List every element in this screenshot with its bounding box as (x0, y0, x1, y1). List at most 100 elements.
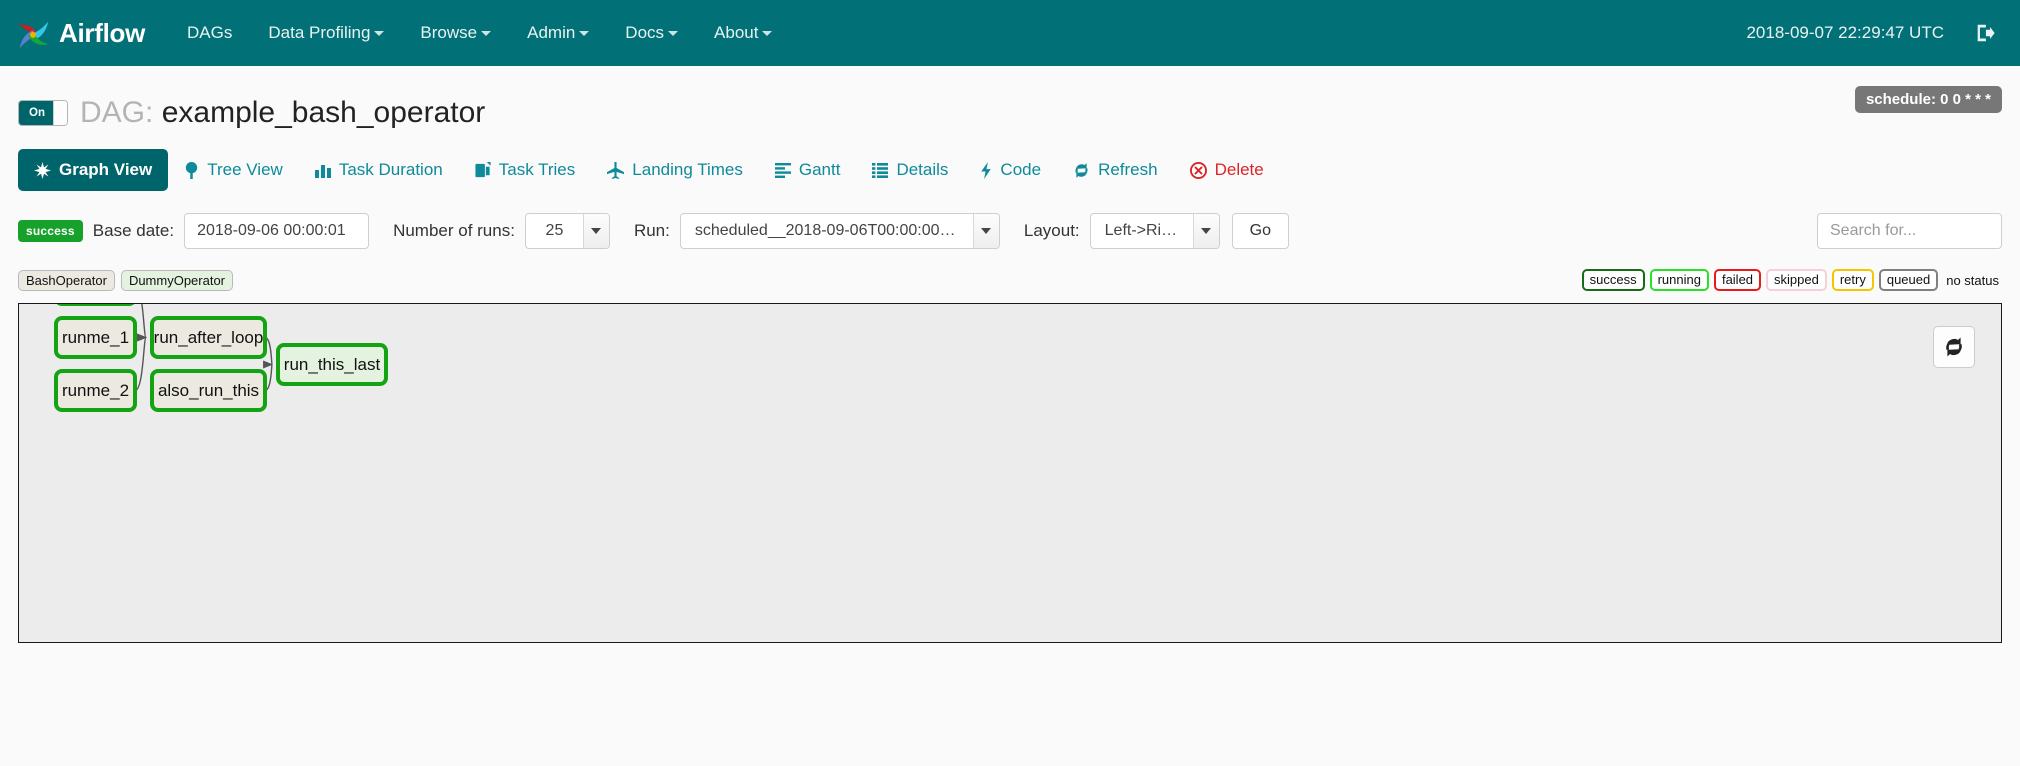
chevron-down-icon (762, 31, 773, 36)
number-of-runs-label: Number of runs: (393, 221, 515, 240)
refresh-icon (1946, 337, 1962, 357)
refresh-icon (1075, 162, 1088, 178)
dag-name: example_bash_operator (161, 96, 486, 129)
toggle-knob (53, 100, 67, 125)
tab-label: Tree View (207, 160, 283, 179)
status-pill-running[interactable]: running (1649, 269, 1709, 291)
run-label: Run: (633, 221, 670, 240)
plane-icon (607, 161, 625, 179)
dag-graph-canvas[interactable]: runme_0runme_1runme_2run_after_loopalso_… (19, 304, 2002, 643)
nav-item-docs[interactable]: Docs (607, 0, 696, 66)
run-select[interactable]: scheduled__2018-09-06T00:00:00+00:00 (679, 213, 1000, 249)
chevron-down-icon (582, 214, 609, 248)
chevron-down-icon (374, 31, 385, 36)
tab-label: Code (1000, 160, 1042, 179)
operator-legend: BashOperator DummyOperator (18, 269, 234, 291)
base-date-input[interactable] (184, 213, 370, 249)
dag-title-prefix: DAG: (80, 96, 154, 129)
graph-node-label: runme_1 (62, 328, 129, 347)
graph-node-run_after_loop[interactable]: run_after_loop (150, 316, 267, 359)
navbar-right: 2018-09-07 22:29:47 UTC (1746, 22, 1996, 44)
airflow-brand[interactable]: Airflow (14, 14, 145, 52)
status-pill-skipped[interactable]: skipped (1766, 269, 1827, 291)
dag-pause-toggle[interactable]: On (18, 99, 68, 126)
bolt-icon (981, 161, 992, 179)
dag-graph-panel: runme_0runme_1runme_2run_after_loopalso_… (18, 303, 2002, 643)
layout-label: Layout: (1023, 221, 1080, 240)
tab-tree-view[interactable]: Tree View (168, 149, 299, 191)
tab-task-tries[interactable]: Task Tries (459, 149, 592, 191)
graph-node-label: also_run_this (158, 381, 259, 400)
status-legend: success running failed skipped retry que… (1581, 269, 2002, 291)
nav-item-about[interactable]: About (696, 0, 790, 66)
status-pill-queued[interactable]: queued (1878, 269, 1939, 291)
page-container: On DAG: example_bash_operator schedule: … (0, 66, 2020, 643)
graph-node-layer: runme_0runme_1runme_2run_after_loopalso_… (54, 304, 388, 412)
align-left-icon (774, 162, 791, 178)
dag-view-tabs: Graph View Tree View Task Duration Task … (18, 149, 2002, 191)
copy-icon (475, 161, 491, 177)
list-icon (872, 162, 889, 178)
dagrun-state-badge: success (18, 220, 83, 242)
number-of-runs-select[interactable]: 25 (524, 213, 610, 249)
schedule-badge: schedule: 0 0 * * * (1854, 86, 2002, 113)
navbar-menu: DAGs Data Profiling Browse Admin Docs Ab… (169, 0, 790, 66)
airflow-logo-icon (17, 21, 49, 49)
tab-landing-times[interactable]: Landing Times (591, 149, 759, 191)
status-pill-retry[interactable]: retry (1831, 269, 1874, 291)
main-navbar: Airflow DAGs Data Profiling Browse Admin… (0, 0, 2020, 66)
status-pill-failed[interactable]: failed (1713, 269, 1762, 291)
delete-circle-icon (1189, 161, 1207, 179)
tab-gantt[interactable]: Gantt (759, 149, 857, 191)
tab-label: Gantt (798, 160, 841, 179)
nav-item-browse[interactable]: Browse (402, 0, 509, 66)
tab-label: Delete (1214, 160, 1264, 179)
graph-filter-bar: success Base date: Number of runs: 25 Ru… (18, 213, 2002, 249)
tab-refresh[interactable]: Refresh (1057, 149, 1174, 191)
tab-graph-view[interactable]: Graph View (18, 149, 169, 191)
nav-item-admin[interactable]: Admin (509, 0, 607, 66)
dag-title-row: On DAG: example_bash_operator schedule: … (18, 66, 2002, 131)
chevron-down-icon (579, 31, 590, 36)
layout-value: Left->Right (1104, 222, 1184, 239)
go-button[interactable]: Go (1231, 213, 1289, 249)
graph-node-run_this_last[interactable]: run_this_last (276, 343, 388, 386)
tab-label: Task Tries (498, 160, 576, 179)
logout-icon[interactable] (1974, 22, 1996, 44)
tab-details[interactable]: Details (856, 149, 964, 191)
tab-task-duration[interactable]: Task Duration (299, 149, 459, 191)
graph-node-runme_2[interactable]: runme_2 (54, 369, 137, 412)
tab-label: Refresh (1098, 160, 1158, 179)
chevron-down-icon (668, 31, 679, 36)
graph-node-label: runme_2 (62, 381, 129, 400)
tab-label: Details (896, 160, 949, 179)
page-title: DAG: example_bash_operator (80, 96, 485, 129)
graph-refresh-button[interactable] (1933, 326, 1975, 368)
asterisk-icon (34, 161, 51, 179)
status-pill-no-status[interactable]: no status (1943, 272, 2002, 289)
search-input[interactable] (1817, 213, 2002, 249)
tab-code[interactable]: Code (964, 149, 1057, 191)
graph-node-label: run_after_loop (154, 328, 264, 347)
legend-row: BashOperator DummyOperator success runni… (18, 269, 2002, 291)
nav-item-dags[interactable]: DAGs (169, 0, 250, 66)
run-value: scheduled__2018-09-06T00:00:00+00:00 (694, 222, 973, 239)
graph-node-label: run_this_last (284, 355, 381, 374)
utc-clock: 2018-09-07 22:29:47 UTC (1746, 23, 1944, 42)
status-pill-success[interactable]: success (1581, 269, 1645, 291)
tab-label: Task Duration (338, 160, 443, 179)
nav-item-data-profiling[interactable]: Data Profiling (250, 0, 402, 66)
tab-delete[interactable]: Delete (1174, 149, 1280, 191)
number-of-runs-value: 25 (545, 222, 564, 239)
base-date-label: Base date: (92, 221, 175, 240)
chevron-down-icon (1192, 214, 1219, 248)
bar-chart-icon (314, 165, 331, 178)
layout-select[interactable]: Left->Right (1089, 213, 1220, 249)
tab-label: Landing Times (632, 160, 743, 179)
operator-pill-dummyoperator[interactable]: DummyOperator (120, 269, 234, 291)
operator-pill-bashoperator[interactable]: BashOperator (18, 269, 115, 291)
toggle-on-label: On (19, 100, 55, 125)
tab-label: Graph View (59, 160, 153, 179)
graph-node-runme_1[interactable]: runme_1 (54, 316, 137, 359)
graph-node-also_run_this[interactable]: also_run_this (150, 369, 267, 412)
